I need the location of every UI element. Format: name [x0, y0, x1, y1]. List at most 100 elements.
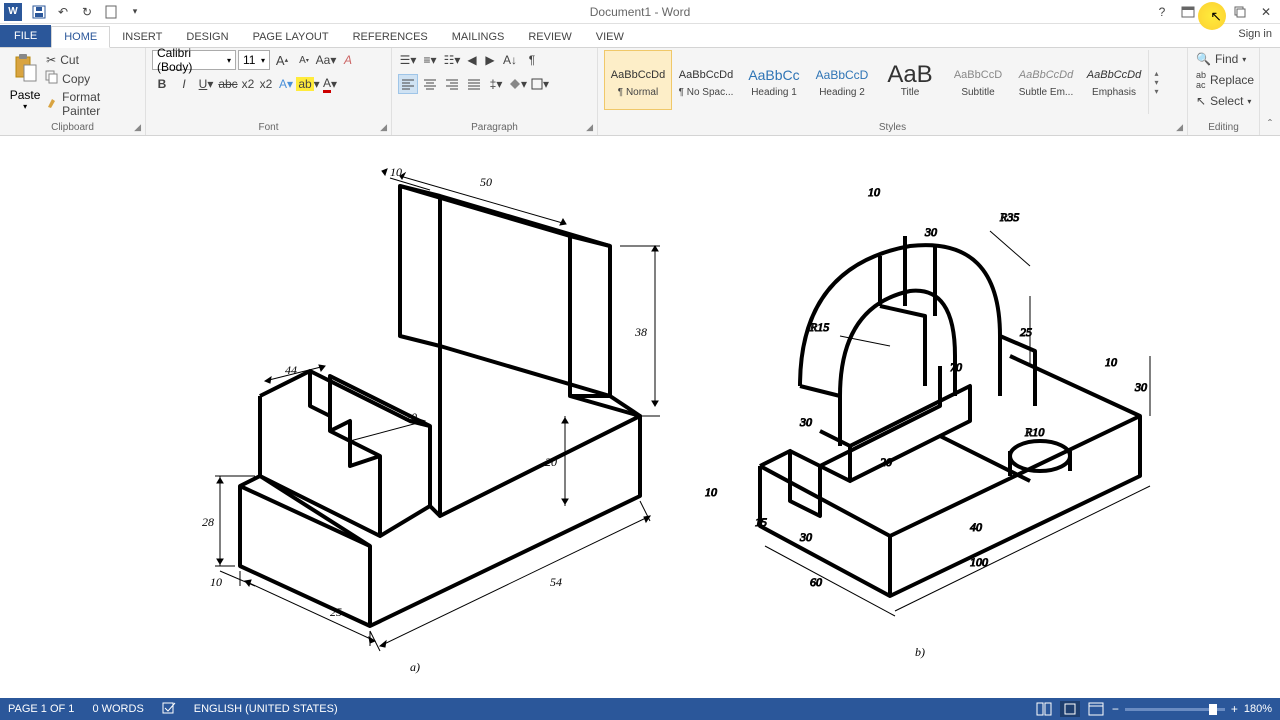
bold-icon[interactable]: B [152, 74, 172, 94]
dim-r35: R35 [999, 210, 1019, 224]
tab-references[interactable]: REFERENCES [341, 27, 440, 47]
redo-icon[interactable]: ↻ [76, 1, 98, 23]
style-emphasis[interactable]: AaBbCcDdEmphasis [1080, 50, 1148, 110]
style-name: Heading 1 [751, 87, 797, 98]
dim-r15: R15 [809, 320, 829, 334]
style-subtle-em---[interactable]: AaBbCcDdSubtle Em... [1012, 50, 1080, 110]
style-subtitle[interactable]: AaBbCcDSubtitle [944, 50, 1012, 110]
justify-icon[interactable] [464, 74, 484, 94]
shrink-font-icon[interactable]: A▾ [294, 50, 314, 70]
tab-insert[interactable]: INSERT [110, 27, 174, 47]
drawing-b-label: b) [915, 645, 925, 659]
styles-gallery[interactable]: AaBbCcDd¶ NormalAaBbCcDd¶ No Spac...AaBb… [604, 50, 1148, 114]
style-name: Title [901, 87, 920, 98]
select-button[interactable]: ↖Select▾ [1194, 92, 1253, 110]
sign-in-link[interactable]: Sign in [1238, 28, 1272, 40]
proofing-icon[interactable] [162, 701, 176, 718]
borders-icon[interactable]: ▾ [530, 74, 550, 94]
cut-button[interactable]: ✂Cut [44, 52, 139, 68]
font-name-value: Calibri (Body) [157, 46, 227, 74]
zoom-out-icon[interactable]: − [1112, 702, 1119, 716]
close-icon[interactable]: ✕ [1254, 2, 1278, 22]
word-count[interactable]: 0 WORDS [92, 703, 143, 715]
style-heading-1[interactable]: AaBbCcHeading 1 [740, 50, 808, 110]
save-icon[interactable] [28, 1, 50, 23]
increase-indent-icon[interactable]: ▶ [482, 50, 498, 70]
format-painter-button[interactable]: Format Painter [44, 89, 139, 119]
styles-launcher-icon[interactable]: ◢ [1176, 122, 1183, 133]
tab-review[interactable]: REVIEW [516, 27, 583, 47]
paste-button[interactable]: Paste ▾ [6, 50, 44, 119]
underline-icon[interactable]: U▾ [196, 74, 216, 94]
tab-home[interactable]: HOME [51, 26, 110, 48]
zoom-in-icon[interactable]: + [1231, 702, 1238, 716]
numbering-icon[interactable]: ≡▾ [420, 50, 440, 70]
decrease-indent-icon[interactable]: ◀ [464, 50, 480, 70]
copy-button[interactable]: Copy [44, 70, 139, 87]
collapse-ribbon-icon[interactable]: ˆ [1260, 48, 1280, 135]
multilevel-icon[interactable]: ☷▾ [442, 50, 462, 70]
bullets-icon[interactable]: ☰▾ [398, 50, 418, 70]
font-launcher-icon[interactable]: ◢ [380, 122, 387, 133]
paragraph-launcher-icon[interactable]: ◢ [586, 122, 593, 133]
line-spacing-icon[interactable]: ‡▾ [486, 74, 506, 94]
styles-group-label: Styles [598, 122, 1187, 133]
font-size-combo[interactable]: 11▾ [238, 50, 270, 70]
dim-b30d: 30 [799, 530, 812, 544]
style---no-spac---[interactable]: AaBbCcDd¶ No Spac... [672, 50, 740, 110]
tab-design[interactable]: DESIGN [174, 27, 240, 47]
tab-file[interactable]: FILE [0, 25, 51, 47]
qat-customize-icon[interactable]: ▾ [124, 1, 146, 23]
find-button[interactable]: 🔍Find▾ [1194, 50, 1253, 68]
superscript-icon[interactable]: x2 [258, 74, 274, 94]
help-icon[interactable]: ? [1150, 2, 1174, 22]
strikethrough-icon[interactable]: abc [218, 74, 238, 94]
style-heading-2[interactable]: AaBbCcDHeading 2 [808, 50, 876, 110]
tab-page-layout[interactable]: PAGE LAYOUT [241, 27, 341, 47]
style-name: ¶ No Spac... [679, 87, 734, 98]
maximize-icon[interactable] [1228, 2, 1252, 22]
subscript-icon[interactable]: x2 [240, 74, 256, 94]
shading-icon[interactable]: ▾ [508, 74, 528, 94]
scissors-icon: ✂ [46, 53, 56, 67]
text-effects-icon[interactable]: A▾ [276, 74, 296, 94]
sort-icon[interactable]: A↓ [500, 50, 520, 70]
language-status[interactable]: ENGLISH (UNITED STATES) [194, 703, 338, 715]
replace-label: Replace [1210, 73, 1254, 87]
font-color-icon[interactable]: A▾ [320, 74, 340, 94]
page-status[interactable]: PAGE 1 OF 1 [8, 703, 74, 715]
tab-view[interactable]: VIEW [584, 27, 636, 47]
align-left-icon[interactable] [398, 74, 418, 94]
align-right-icon[interactable] [442, 74, 462, 94]
clear-formatting-icon[interactable]: A [338, 50, 358, 70]
find-label: Find [1215, 52, 1238, 66]
change-case-icon[interactable]: Aa▾ [316, 50, 336, 70]
print-layout-icon[interactable] [1060, 701, 1080, 717]
style-title[interactable]: AaBTitle [876, 50, 944, 110]
highlight-icon[interactable]: ab▾ [298, 74, 318, 94]
italic-icon[interactable]: I [174, 74, 194, 94]
style-name: Emphasis [1092, 87, 1136, 98]
grow-font-icon[interactable]: A▴ [272, 50, 292, 70]
read-mode-icon[interactable] [1034, 701, 1054, 717]
zoom-level[interactable]: 180% [1244, 703, 1272, 715]
align-center-icon[interactable] [420, 74, 440, 94]
word-app-icon: W [4, 3, 22, 21]
new-doc-icon[interactable] [100, 1, 122, 23]
paragraph-group-label: Paragraph [392, 122, 597, 133]
clipboard-launcher-icon[interactable]: ◢ [134, 122, 141, 133]
font-name-combo[interactable]: Calibri (Body)▾ [152, 50, 236, 70]
zoom-slider[interactable] [1125, 708, 1225, 711]
style-preview: AaBbCc [748, 63, 799, 87]
style---normal[interactable]: AaBbCcDd¶ Normal [604, 50, 672, 110]
styles-expand-icon[interactable]: ▴▾▾ [1148, 50, 1164, 114]
show-marks-icon[interactable]: ¶ [522, 50, 542, 70]
tab-mailings[interactable]: MAILINGS [440, 27, 517, 47]
document-area[interactable]: 50 10 38 20 44 20 28 10 25 54 a) [0, 136, 1280, 694]
replace-button[interactable]: abacReplace [1194, 68, 1253, 92]
copy-icon [46, 71, 58, 86]
ribbon-display-icon[interactable] [1176, 2, 1200, 22]
web-layout-icon[interactable] [1086, 701, 1106, 717]
undo-icon[interactable]: ↶ [52, 1, 74, 23]
dim-b40: 40 [970, 520, 982, 534]
